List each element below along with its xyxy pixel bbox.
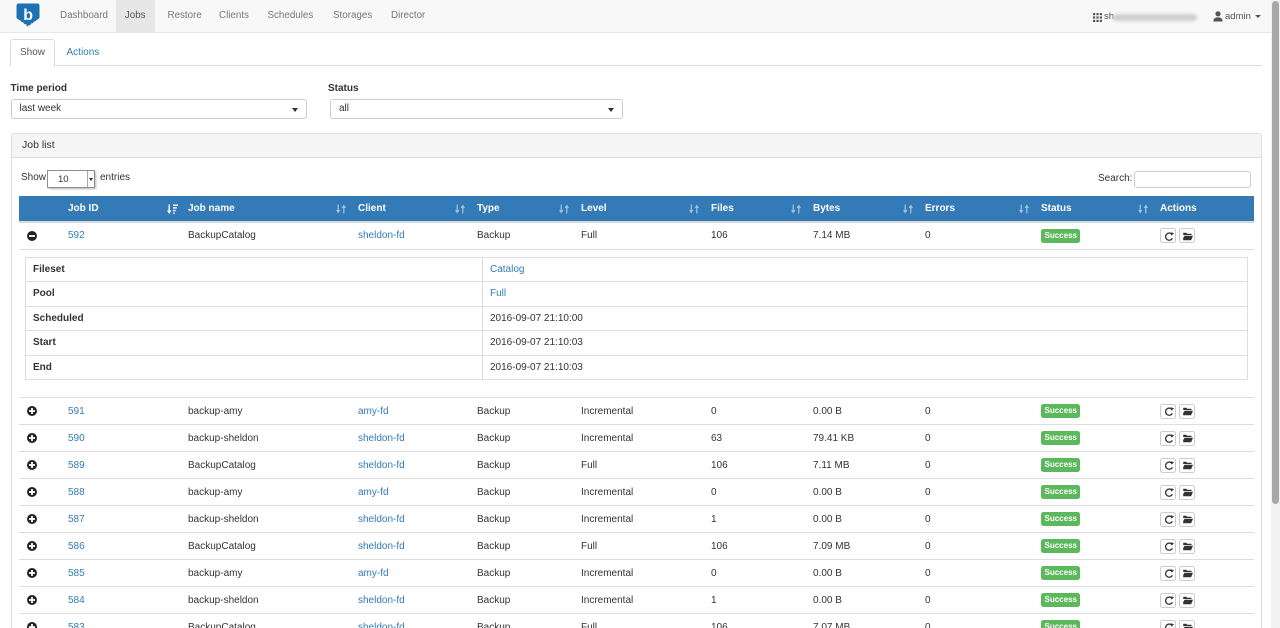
- svg-text:b: b: [23, 7, 33, 24]
